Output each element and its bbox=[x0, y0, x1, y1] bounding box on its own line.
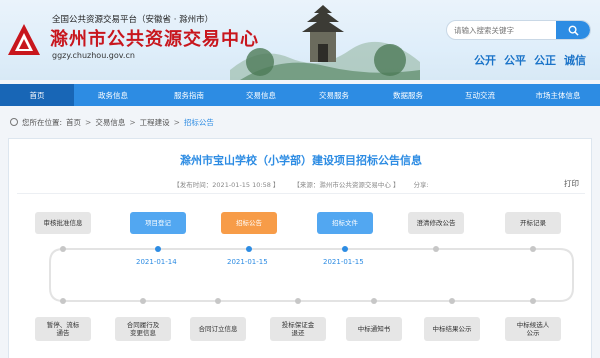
breadcrumb-trade-info[interactable]: 交易信息 bbox=[95, 117, 125, 128]
breadcrumb-home[interactable]: 首页 bbox=[66, 117, 81, 128]
nav-item-home[interactable]: 首页 bbox=[0, 84, 74, 106]
site-domain: ggzy.chuzhou.gov.cn bbox=[52, 51, 135, 60]
breadcrumb-engineering[interactable]: 工程建设 bbox=[140, 117, 170, 128]
step-label: 投标保证金 退还 bbox=[281, 320, 315, 337]
step-award-notice[interactable]: 中标通知书 bbox=[346, 317, 402, 341]
timeline-dot bbox=[433, 246, 439, 252]
slogan: 公开 公平 公正 诚信 bbox=[474, 52, 586, 68]
location-icon bbox=[10, 118, 18, 126]
slogan-item: 公开 bbox=[474, 54, 496, 67]
search-icon bbox=[568, 25, 579, 36]
step-bid-bond-refund[interactable]: 投标保证金 退还 bbox=[270, 317, 326, 341]
step-candidate-notice[interactable]: 中标候选人 公示 bbox=[505, 317, 561, 341]
step-bid-opening-record[interactable]: 开标记录 bbox=[505, 212, 561, 234]
timeline-dot bbox=[60, 246, 66, 252]
timeline-dot bbox=[371, 298, 377, 304]
nav-item-market-entity[interactable]: 市场主体信息 bbox=[516, 84, 600, 106]
step-award-result[interactable]: 中标结果公示 bbox=[424, 317, 480, 341]
step-label: 中标结果公示 bbox=[432, 324, 472, 333]
nav-item-data-service[interactable]: 数据服务 bbox=[372, 84, 444, 106]
step-date: 2021-01-14 bbox=[136, 258, 177, 266]
step-label: 中标通知书 bbox=[357, 324, 391, 333]
nav-item-interaction[interactable]: 互动交流 bbox=[444, 84, 516, 106]
step-tender-documents[interactable]: 招标文件 bbox=[317, 212, 373, 234]
timeline-dot bbox=[60, 298, 66, 304]
breadcrumb-separator: > bbox=[173, 117, 180, 127]
platform-line: 全国公共资源交易平台（安徽省 · 滁州市） bbox=[52, 15, 214, 25]
nav-item-trade-service[interactable]: 交易服务 bbox=[296, 84, 372, 106]
step-suspension-notice[interactable]: 暂停、流标 通告 bbox=[35, 317, 91, 341]
slogan-item: 公平 bbox=[504, 54, 526, 67]
nav-item-trade-info[interactable]: 交易信息 bbox=[226, 84, 296, 106]
timeline-dot bbox=[449, 298, 455, 304]
search-button[interactable] bbox=[556, 21, 590, 39]
step-contract-signing[interactable]: 合同订立信息 bbox=[190, 317, 246, 341]
process-flow: 审核批准信息 项目登记 招标公告 招标文件 澄清修改公告 开标记录 2021-0… bbox=[9, 139, 593, 358]
site-header: 全国公共资源交易平台（安徽省 · 滁州市） 滁州市公共资源交易中心 ggzy.c… bbox=[0, 0, 600, 80]
slogan-item: 诚信 bbox=[564, 54, 586, 67]
timeline-dot bbox=[215, 298, 221, 304]
timeline-dot bbox=[530, 246, 536, 252]
step-label: 合同履行及 变更信息 bbox=[126, 320, 160, 337]
main-nav: 首页 政务信息 服务指南 交易信息 交易服务 数据服务 互动交流 市场主体信息 bbox=[0, 84, 600, 106]
article-card: 滁州市宝山学校（小学部）建设项目招标公告信息 【发布时间：2021-01-15 … bbox=[8, 138, 592, 358]
breadcrumb: 您所在位置: 首页 > 交易信息 > 工程建设 > 招标公告 bbox=[10, 115, 214, 129]
timeline-dot bbox=[530, 298, 536, 304]
search-input[interactable] bbox=[447, 21, 559, 39]
logo-icon[interactable] bbox=[6, 22, 42, 58]
step-clarification-notice[interactable]: 澄清修改公告 bbox=[408, 212, 464, 234]
step-date: 2021-01-15 bbox=[323, 258, 364, 266]
step-label: 合同订立信息 bbox=[198, 324, 238, 333]
breadcrumb-separator: > bbox=[85, 117, 92, 127]
step-contract-performance[interactable]: 合同履行及 变更信息 bbox=[115, 317, 171, 341]
step-date: 2021-01-15 bbox=[227, 258, 268, 266]
search-box bbox=[446, 20, 591, 40]
breadcrumb-current[interactable]: 招标公告 bbox=[184, 117, 214, 128]
timeline-dot bbox=[295, 298, 301, 304]
pavilion-banner-image bbox=[230, 5, 420, 80]
breadcrumb-prefix: 您所在位置: bbox=[22, 117, 63, 127]
timeline-dot bbox=[246, 246, 252, 252]
step-label: 中标候选人 公示 bbox=[516, 320, 550, 337]
step-tender-notice[interactable]: 招标公告 bbox=[221, 212, 277, 234]
timeline-dot bbox=[140, 298, 146, 304]
site-name[interactable]: 滁州市公共资源交易中心 bbox=[50, 25, 259, 51]
nav-item-gov-info[interactable]: 政务信息 bbox=[74, 84, 152, 106]
breadcrumb-separator: > bbox=[129, 117, 136, 127]
step-label: 暂停、流标 通告 bbox=[46, 320, 80, 337]
slogan-item: 公正 bbox=[534, 54, 556, 67]
step-project-registration[interactable]: 项目登记 bbox=[130, 212, 186, 234]
nav-item-service-guide[interactable]: 服务指南 bbox=[152, 84, 226, 106]
step-approval-info[interactable]: 审核批准信息 bbox=[35, 212, 91, 234]
timeline-dot bbox=[155, 246, 161, 252]
timeline-dot bbox=[342, 246, 348, 252]
